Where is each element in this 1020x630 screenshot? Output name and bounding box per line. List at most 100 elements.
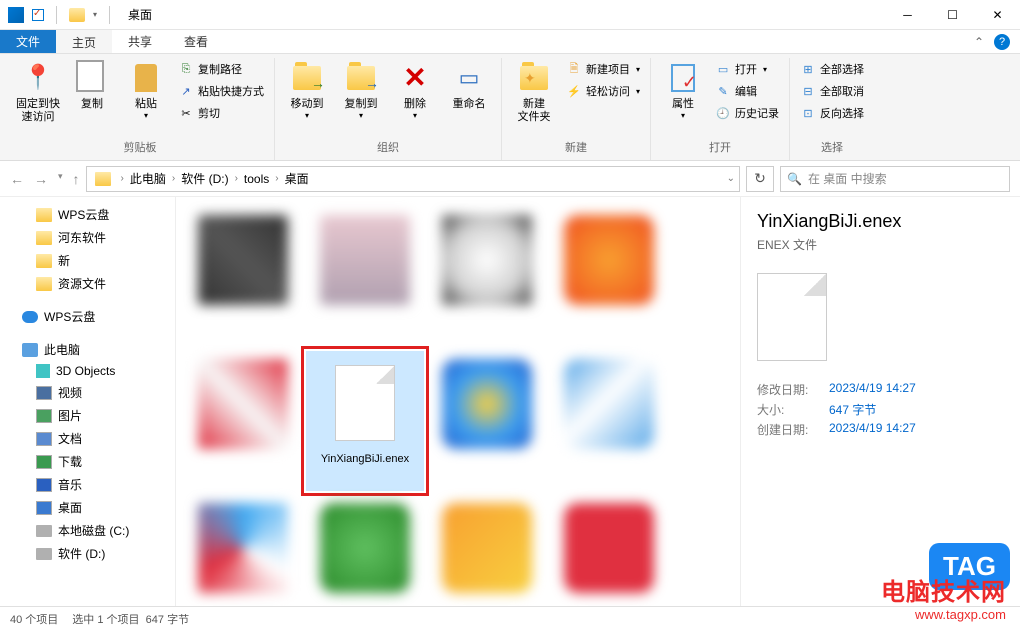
pin-to-quick-access-button[interactable]: 📍 固定到快 速访问 — [14, 58, 62, 124]
sidebar-item[interactable]: 新 — [0, 249, 175, 272]
nav-bar: ← → ▾ ↑ › 此电脑 › 软件 (D:) › tools › 桌面 ⌄ ↻… — [0, 161, 1020, 197]
file-document-icon — [320, 359, 410, 449]
breadcrumb-segment[interactable]: 桌面 — [285, 170, 309, 187]
qat-checkbox-icon[interactable]: ✓ — [32, 9, 44, 21]
copy-to-button[interactable]: 复制到▾ — [337, 58, 385, 121]
tab-share[interactable]: 共享 — [112, 30, 168, 53]
file-item[interactable] — [306, 207, 424, 347]
sidebar-item[interactable]: 视频 — [0, 381, 175, 404]
files-grid[interactable]: YinXiangBiJi.enex — [176, 197, 740, 606]
cut-button[interactable]: ✂剪切 — [176, 104, 266, 122]
new-folder-button[interactable]: ✦ 新建 文件夹 — [510, 58, 558, 124]
ribbon-group-label: 打开 — [659, 136, 781, 160]
rename-button[interactable]: ▭ 重命名 — [445, 58, 493, 111]
3d-objects-icon — [36, 364, 50, 378]
invert-selection-button[interactable]: ⊡反向选择 — [798, 104, 866, 122]
edit-icon: ✎ — [715, 83, 731, 99]
file-item[interactable] — [550, 351, 668, 491]
chevron-right-icon[interactable]: › — [235, 173, 238, 184]
chevron-right-icon[interactable]: › — [121, 173, 124, 184]
new-item-button[interactable]: 🗎新建项目▾ — [564, 60, 642, 78]
file-item[interactable] — [550, 207, 668, 347]
tab-file[interactable]: 文件 — [0, 30, 56, 53]
file-item[interactable] — [550, 495, 668, 606]
paste-shortcut-button[interactable]: ↗粘贴快捷方式 — [176, 82, 266, 100]
preview-label: 创建日期: — [757, 421, 817, 438]
breadcrumb-segment[interactable]: 此电脑 — [130, 170, 166, 187]
sidebar-item[interactable]: 3D Objects — [0, 361, 175, 381]
preview-value: 2023/4/19 14:27 — [829, 421, 916, 438]
shortcut-icon: ↗ — [178, 83, 194, 99]
ribbon-group-label: 新建 — [510, 136, 642, 160]
breadcrumb-segment[interactable]: 软件 (D:) — [181, 170, 228, 187]
move-to-button[interactable]: 移动到▾ — [283, 58, 331, 121]
breadcrumb[interactable]: › 此电脑 › 软件 (D:) › tools › 桌面 ⌄ — [86, 166, 740, 192]
preview-filename: YinXiangBiJi.enex — [757, 211, 1004, 232]
tab-home[interactable]: 主页 — [56, 30, 112, 53]
search-input[interactable]: 🔍 在 桌面 中搜索 — [780, 166, 1010, 192]
paste-button[interactable]: 粘贴 ▾ — [122, 58, 170, 121]
minimize-button[interactable]: ─ — [885, 0, 930, 30]
help-icon[interactable]: ? — [994, 34, 1010, 50]
file-item[interactable] — [184, 207, 302, 347]
close-button[interactable]: ✕ — [975, 0, 1020, 30]
watermark: 电脑技术网 www.tagxp.com — [881, 572, 1006, 622]
breadcrumb-segment[interactable]: tools — [244, 172, 269, 186]
sidebar-item[interactable]: 本地磁盘 (C:) — [0, 519, 175, 542]
file-item[interactable] — [184, 351, 302, 491]
easy-access-button[interactable]: ⚡轻松访问▾ — [564, 82, 642, 100]
nav-sidebar[interactable]: WPS云盘 河东软件 新 资源文件 WPS云盘 此电脑 3D Objects 视… — [0, 197, 176, 606]
file-item[interactable] — [428, 351, 546, 491]
refresh-button[interactable]: ↻ — [746, 166, 774, 192]
preview-label: 修改日期: — [757, 381, 817, 398]
sidebar-item-this-pc[interactable]: 此电脑 — [0, 338, 175, 361]
sidebar-item[interactable]: WPS云盘 — [0, 203, 175, 226]
maximize-button[interactable]: ☐ — [930, 0, 975, 30]
sidebar-item[interactable]: 下载 — [0, 450, 175, 473]
back-button[interactable]: ← — [10, 171, 24, 187]
file-item[interactable] — [428, 207, 546, 347]
sidebar-item[interactable]: 文档 — [0, 427, 175, 450]
status-selected: 选中 1 个项目 647 字节 — [72, 611, 189, 627]
paste-dropdown-icon[interactable]: ▾ — [144, 111, 148, 121]
sidebar-item[interactable]: 音乐 — [0, 473, 175, 496]
sidebar-item[interactable]: 软件 (D:) — [0, 542, 175, 565]
tab-view[interactable]: 查看 — [168, 30, 224, 53]
ribbon-collapse-icon[interactable]: ⌃ — [974, 35, 984, 49]
copy-button[interactable]: 复制 — [68, 58, 116, 111]
sidebar-item-wps-cloud[interactable]: WPS云盘 — [0, 305, 175, 328]
copy-path-icon: ⎘ — [178, 61, 194, 77]
select-all-button[interactable]: ⊞全部选择 — [798, 60, 866, 78]
sidebar-item[interactable]: 图片 — [0, 404, 175, 427]
preview-value: 2023/4/19 14:27 — [829, 381, 916, 398]
sidebar-item[interactable]: 资源文件 — [0, 272, 175, 295]
file-item-selected[interactable]: YinXiangBiJi.enex — [306, 351, 424, 491]
chevron-right-icon[interactable]: › — [172, 173, 175, 184]
open-button[interactable]: ▭打开▾ — [713, 60, 781, 78]
preview-filetype: ENEX 文件 — [757, 236, 1004, 253]
recent-dropdown[interactable]: ▾ — [58, 171, 63, 187]
select-none-button[interactable]: ⊟全部取消 — [798, 82, 866, 100]
up-button[interactable]: ↑ — [73, 171, 80, 187]
window-controls: ─ ☐ ✕ — [885, 0, 1020, 30]
sidebar-item[interactable]: 桌面 — [0, 496, 175, 519]
properties-button[interactable]: 属性▾ — [659, 58, 707, 121]
chevron-right-icon[interactable]: › — [275, 173, 278, 184]
cloud-icon — [22, 311, 38, 323]
file-thumb-icon — [442, 215, 532, 305]
copy-path-button[interactable]: ⎘复制路径 — [176, 60, 266, 78]
ribbon-group-new: ✦ 新建 文件夹 🗎新建项目▾ ⚡轻松访问▾ 新建 — [502, 58, 651, 160]
file-thumb-icon — [320, 215, 410, 305]
file-item[interactable] — [184, 495, 302, 606]
edit-button[interactable]: ✎编辑 — [713, 82, 781, 100]
delete-button[interactable]: ✕ 删除▾ — [391, 58, 439, 121]
history-button[interactable]: 🕘历史记录 — [713, 104, 781, 122]
folder-icon — [36, 208, 52, 222]
forward-button[interactable]: → — [34, 171, 48, 187]
file-item[interactable] — [306, 495, 424, 606]
file-item[interactable] — [428, 495, 546, 606]
breadcrumb-dropdown-icon[interactable]: ⌄ — [727, 173, 735, 184]
sidebar-item[interactable]: 河东软件 — [0, 226, 175, 249]
qat-dropdown-icon[interactable]: ▾ — [93, 10, 97, 19]
preview-file-icon — [757, 273, 827, 361]
